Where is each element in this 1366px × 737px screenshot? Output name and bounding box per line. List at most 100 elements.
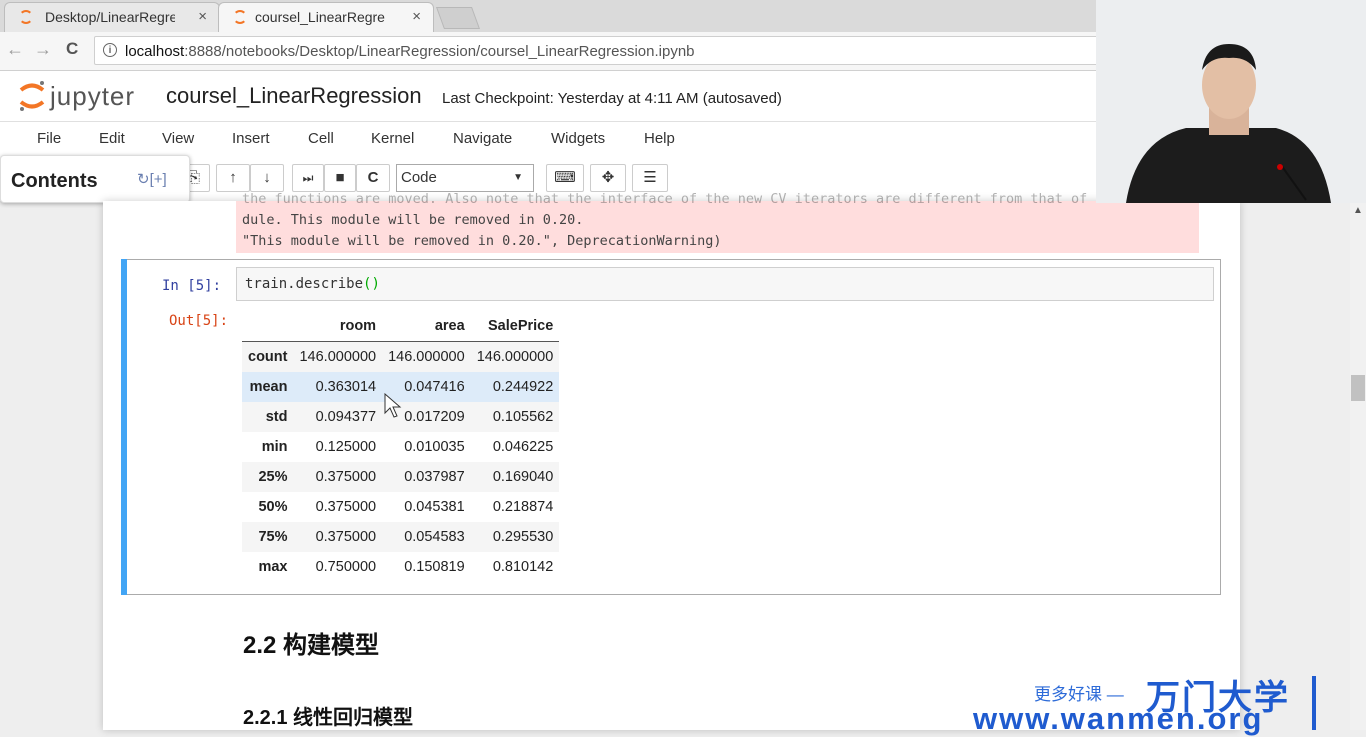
reload-icon[interactable]: C bbox=[66, 39, 78, 59]
cell-selection-bar bbox=[121, 259, 127, 595]
table-row: 50% 0.375000 0.045381 0.218874 bbox=[242, 492, 559, 522]
menu-widgets[interactable]: Widgets bbox=[551, 130, 605, 147]
presenter-webcam bbox=[1096, 0, 1366, 203]
forward-icon[interactable]: → bbox=[34, 39, 52, 60]
browser-tab-desktop[interactable]: Desktop/LinearRegress × bbox=[4, 2, 220, 32]
cell-type-select[interactable]: Code ▼ bbox=[396, 164, 534, 192]
menu-help[interactable]: Help bbox=[644, 130, 675, 147]
scroll-up-icon[interactable]: ▲ bbox=[1353, 205, 1363, 216]
watermark-divider bbox=[1312, 676, 1316, 730]
run-button[interactable]: ⏭ bbox=[292, 164, 324, 192]
new-tab-button[interactable] bbox=[435, 7, 481, 29]
table-cell: 0.375000 bbox=[315, 529, 377, 545]
jupyter-logo-icon bbox=[19, 81, 45, 111]
keyboard-icon[interactable]: ⌨ bbox=[546, 164, 584, 192]
checkpoint-status: Last Checkpoint: Yesterday at 4:11 AM (a… bbox=[442, 90, 782, 107]
move-up-button[interactable]: ↑ bbox=[216, 164, 250, 192]
toc-refresh-icon[interactable]: ↻[+] bbox=[137, 170, 167, 188]
notebook-name[interactable]: coursel_LinearRegression bbox=[166, 83, 422, 109]
table-cell: 146.000000 bbox=[476, 349, 554, 365]
restart-button[interactable]: C bbox=[356, 164, 390, 192]
table-cell: 0.010035 bbox=[404, 439, 465, 455]
move-down-button[interactable]: ↓ bbox=[250, 164, 284, 192]
table-cell: 0.218874 bbox=[492, 499, 554, 515]
crosshair-icon[interactable]: ✥ bbox=[590, 164, 626, 192]
section-heading: 2.2 构建模型 bbox=[243, 632, 380, 659]
table-row: 25% 0.375000 0.037987 0.169040 bbox=[242, 462, 560, 492]
stderr-line: "This module will be removed in 0.20.", … bbox=[242, 233, 722, 249]
table-row: count 146.000000 146.000000 146.000000 bbox=[242, 341, 560, 372]
row-label: 75% bbox=[258, 529, 288, 545]
table-cell: 0.295530 bbox=[492, 529, 554, 545]
table-cell: 0.150819 bbox=[404, 559, 465, 575]
table-header: area bbox=[382, 311, 471, 342]
tab-title: coursel_LinearRegressi bbox=[255, 9, 385, 25]
table-cell: 0.169040 bbox=[492, 469, 554, 485]
info-icon[interactable]: i bbox=[103, 43, 117, 57]
table-cell: 146.000000 bbox=[388, 349, 465, 365]
jupyter-favicon-icon bbox=[19, 10, 33, 24]
table-row: min 0.125000 0.010035 0.046225 bbox=[242, 432, 559, 462]
mouse-cursor-icon bbox=[384, 393, 402, 418]
menu-kernel[interactable]: Kernel bbox=[371, 130, 414, 147]
jupyter-favicon-icon bbox=[233, 10, 247, 24]
page-scrollbar[interactable]: ▲ bbox=[1350, 203, 1366, 730]
output-prompt: Out[5]: bbox=[169, 313, 229, 329]
table-cell: 0.105562 bbox=[492, 409, 554, 425]
stderr-line: dule. This module will be removed in 0.2… bbox=[242, 212, 584, 228]
table-cell: 0.750000 bbox=[315, 559, 377, 575]
row-label: max bbox=[258, 559, 288, 575]
menu-insert[interactable]: Insert bbox=[232, 130, 270, 147]
back-icon[interactable]: ← bbox=[6, 39, 24, 60]
presenter-image bbox=[1096, 0, 1366, 203]
table-header bbox=[242, 311, 294, 342]
table-header-row: room area SalePrice bbox=[242, 311, 560, 342]
menu-cell[interactable]: Cell bbox=[308, 130, 334, 147]
table-cell: 0.045381 bbox=[404, 499, 465, 515]
row-label: 50% bbox=[258, 499, 288, 515]
row-label: std bbox=[265, 409, 288, 425]
table-cell: 146.000000 bbox=[299, 349, 377, 365]
table-header: SalePrice bbox=[470, 311, 560, 342]
table-cell: 0.375000 bbox=[315, 469, 377, 485]
toc-title: Contents bbox=[11, 170, 98, 192]
table-cell: 0.244922 bbox=[492, 379, 554, 395]
table-row: max 0.750000 0.150819 0.810142 bbox=[242, 552, 559, 582]
scrollbar-thumb[interactable] bbox=[1351, 375, 1365, 401]
menu-view[interactable]: View bbox=[162, 130, 194, 147]
watermark-site: www.wanmen.org bbox=[973, 701, 1264, 736]
tab-title: Desktop/LinearRegress bbox=[45, 9, 175, 25]
menu-file[interactable]: File bbox=[37, 130, 61, 147]
table-cell: 0.054583 bbox=[404, 529, 465, 545]
row-label: mean bbox=[249, 379, 288, 395]
url-text: localhost:8888/notebooks/Desktop/LinearR… bbox=[125, 43, 695, 60]
code-input[interactable]: train.describe() bbox=[236, 267, 1214, 301]
code-cell[interactable]: In [5]: train.describe() Out[5]: room ar… bbox=[121, 259, 1221, 595]
table-cell: 0.363014 bbox=[315, 379, 377, 395]
subsection-heading: 2.2.1 线性回归模型 bbox=[243, 707, 414, 729]
menu-navigate[interactable]: Navigate bbox=[453, 130, 512, 147]
input-prompt: In [5]: bbox=[162, 278, 222, 294]
stderr-line: the functions are moved. Also note that … bbox=[242, 191, 1153, 207]
row-label: min bbox=[261, 439, 288, 455]
notebook-container: the functions are moved. Also note that … bbox=[103, 191, 1240, 730]
chevron-down-icon: ▼ bbox=[513, 172, 523, 183]
table-cell: 0.037987 bbox=[404, 469, 465, 485]
table-cell: 0.046225 bbox=[492, 439, 554, 455]
row-label: 25% bbox=[258, 469, 288, 485]
cell-type-value: Code bbox=[401, 169, 437, 186]
url-input[interactable]: i localhost:8888/notebooks/Desktop/Linea… bbox=[94, 36, 1104, 65]
stop-button[interactable]: ■ bbox=[324, 164, 356, 192]
menu-edit[interactable]: Edit bbox=[99, 130, 125, 147]
table-header: room bbox=[293, 311, 383, 342]
list-icon[interactable]: ☰ bbox=[632, 164, 668, 192]
browser-tab-notebook[interactable]: coursel_LinearRegressi × bbox=[218, 2, 434, 32]
describe-table: room area SalePrice count 146.000000 146.0… bbox=[242, 311, 560, 582]
jupyter-logo[interactable]: jupyter bbox=[18, 79, 134, 118]
table-cell: 0.810142 bbox=[492, 559, 554, 575]
toc-contents-panel[interactable]: Contents ↻[+] bbox=[0, 155, 190, 203]
table-cell: 0.094377 bbox=[315, 409, 377, 425]
close-icon[interactable]: × bbox=[198, 8, 207, 25]
table-cell: 0.125000 bbox=[315, 439, 377, 455]
close-icon[interactable]: × bbox=[412, 8, 421, 25]
